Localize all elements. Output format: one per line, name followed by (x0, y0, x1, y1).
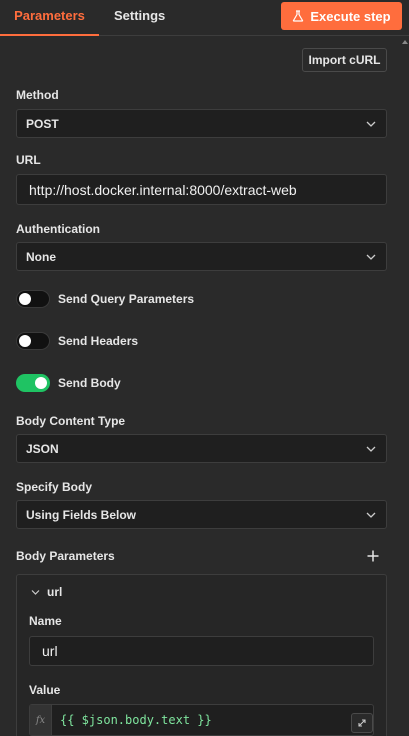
method-select[interactable]: POST (16, 109, 387, 138)
authentication-select[interactable]: None (16, 242, 387, 271)
scrollbar[interactable] (401, 36, 409, 736)
url-input[interactable]: http://host.docker.internal:8000/extract… (16, 174, 387, 205)
execute-step-button[interactable]: Execute step (281, 2, 402, 30)
chevron-down-icon (31, 589, 40, 595)
expand-editor-icon[interactable] (351, 713, 373, 733)
body-parameters-label: Body Parameters (16, 549, 115, 563)
specify-body-value: Using Fields Below (26, 507, 137, 522)
send-body-label: Send Body (58, 376, 121, 390)
send-query-parameters-label: Send Query Parameters (58, 292, 195, 306)
parameter-value-label: Value (29, 683, 61, 697)
url-label: URL (16, 153, 41, 167)
specify-body-label: Specify Body (16, 480, 93, 494)
import-curl-button[interactable]: Import cURL (302, 48, 387, 72)
send-body-toggle-row[interactable]: Send Body (16, 374, 121, 392)
execute-step-label: Execute step (310, 8, 391, 24)
parameter-value-expression: {{ $json.body.text }} (60, 713, 212, 727)
body-content-type-value: JSON (26, 441, 59, 456)
send-query-parameters-toggle-row[interactable]: Send Query Parameters (16, 290, 194, 308)
body-content-type-label: Body Content Type (16, 414, 126, 428)
parameter-collapse-toggle[interactable]: url (31, 585, 62, 599)
parameter-value-input[interactable]: fx {{ $json.body.text }} (29, 704, 374, 736)
chevron-down-icon (366, 254, 376, 260)
send-headers-toggle[interactable] (16, 332, 50, 350)
send-query-parameters-toggle[interactable] (16, 290, 50, 308)
tab-settings[interactable]: Settings (114, 0, 165, 36)
parameter-title: url (47, 585, 63, 599)
tab-parameters[interactable]: Parameters (0, 0, 99, 36)
chevron-down-icon (366, 512, 376, 518)
send-body-toggle[interactable] (16, 374, 50, 392)
add-parameter-plus-icon[interactable] (366, 549, 380, 563)
fx-expression-icon: fx (30, 705, 52, 735)
send-headers-toggle-row[interactable]: Send Headers (16, 332, 138, 350)
authentication-value: None (26, 249, 56, 264)
scroll-up-arrow[interactable] (402, 40, 408, 44)
method-value: POST (26, 116, 59, 131)
authentication-label: Authentication (16, 222, 100, 236)
chevron-down-icon (366, 121, 376, 127)
flask-icon (293, 10, 304, 22)
body-content-type-select[interactable]: JSON (16, 434, 387, 463)
specify-body-select[interactable]: Using Fields Below (16, 500, 387, 529)
parameter-name-input[interactable]: url (29, 636, 374, 666)
chevron-down-icon (366, 446, 376, 452)
send-headers-label: Send Headers (58, 334, 139, 348)
parameter-name-label: Name (29, 614, 62, 628)
method-label: Method (16, 88, 59, 102)
